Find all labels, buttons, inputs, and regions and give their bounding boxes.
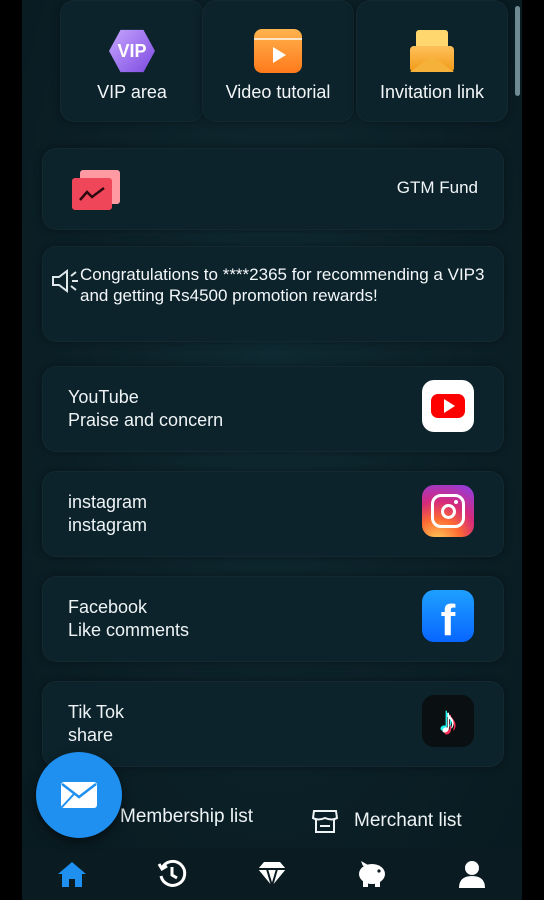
mail-button[interactable] <box>36 752 122 838</box>
merchant-list-label: Merchant list <box>354 810 462 831</box>
shop-icon <box>311 810 339 833</box>
envelope-icon <box>408 28 456 74</box>
tiktok-subtitle: share <box>68 725 114 745</box>
instagram-row[interactable]: instagram instagram <box>42 471 504 557</box>
youtube-subtitle: Praise and concern <box>68 410 224 430</box>
vip-area-link[interactable]: VIP VIP area <box>60 0 204 122</box>
tab-home[interactable] <box>52 854 92 894</box>
vip-area-label: VIP area <box>97 82 167 102</box>
mail-icon <box>61 782 97 808</box>
profile-icon <box>459 861 485 888</box>
facebook-subtitle: Like comments <box>68 620 190 640</box>
instagram-icon <box>422 485 474 537</box>
home-icon <box>58 862 86 887</box>
notice-message: Congratulations to ****2365 for recommen… <box>80 265 485 305</box>
piggy-bank-icon <box>359 861 385 887</box>
speaker-icon <box>52 269 78 293</box>
vip-diamond-icon <box>258 862 286 887</box>
scrollbar[interactable] <box>515 6 520 96</box>
tab-history[interactable] <box>152 854 192 894</box>
membership-list-link[interactable]: Membership list <box>120 806 253 828</box>
vip-icon: VIP <box>108 28 156 74</box>
merchant-list-link[interactable]: Merchant list <box>310 806 462 836</box>
membership-list-label: Membership list <box>120 806 254 827</box>
history-icon <box>157 859 187 887</box>
tab-profile[interactable] <box>452 854 492 894</box>
invitation-link[interactable]: Invitation link <box>356 0 508 122</box>
gtm-fund-label: GTM Fund <box>396 178 478 197</box>
bottom-tab-bar <box>22 848 522 900</box>
facebook-row[interactable]: Facebook Like comments f <box>42 576 504 662</box>
tiktok-icon: ♪ <box>422 695 474 747</box>
video-icon <box>254 28 302 74</box>
chart-icon <box>72 170 120 210</box>
tab-vip[interactable] <box>252 854 292 894</box>
instagram-subtitle: instagram <box>68 515 148 535</box>
notice-banner: Congratulations to ****2365 for recommen… <box>42 246 504 342</box>
video-tutorial-link[interactable]: Video tutorial <box>202 0 354 122</box>
tiktok-row[interactable]: Tik Tok share ♪ <box>42 681 504 767</box>
tab-savings[interactable] <box>352 854 392 894</box>
youtube-icon <box>422 380 474 432</box>
gtm-fund-card[interactable]: GTM Fund <box>42 148 504 230</box>
instagram-title: instagram <box>68 492 148 512</box>
facebook-icon: f <box>422 590 474 645</box>
youtube-row[interactable]: YouTube Praise and concern <box>42 366 504 452</box>
tiktok-title: Tik Tok <box>68 702 125 722</box>
video-tutorial-label: Video tutorial <box>225 82 331 102</box>
facebook-title: Facebook <box>68 597 148 617</box>
invitation-link-label: Invitation link <box>379 82 485 102</box>
youtube-title: YouTube <box>68 387 139 407</box>
